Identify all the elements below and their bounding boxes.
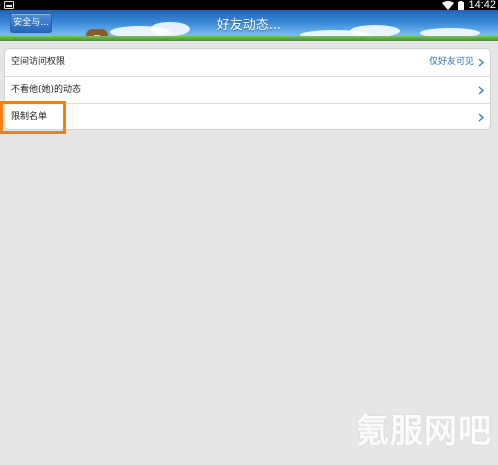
row-space-access[interactable]: 空间访问权限 仅好友可见 bbox=[5, 49, 490, 76]
settings-card: 空间访问权限 仅好友可见 不看他(她)的动态 限制名单 bbox=[4, 48, 491, 130]
status-icons: 14:42 bbox=[442, 0, 496, 11]
chevron-right-icon bbox=[478, 113, 484, 122]
row-restricted-list[interactable]: 限制名单 bbox=[5, 103, 490, 130]
row-value: 仅好友可见 bbox=[428, 57, 474, 67]
notification-icon bbox=[4, 1, 14, 9]
watermark: 氪服网吧 bbox=[356, 411, 492, 450]
wifi-icon bbox=[442, 0, 455, 10]
status-bar: 14:42 bbox=[0, 0, 498, 11]
row-label: 空间访问权限 bbox=[11, 57, 66, 67]
highlight-box bbox=[0, 101, 66, 134]
chevron-right-icon bbox=[478, 86, 484, 95]
battery-icon bbox=[458, 0, 465, 10]
row-label: 不看他(她)的动态 bbox=[11, 85, 82, 95]
chevron-right-icon bbox=[478, 58, 484, 67]
page-title: 好友动态... bbox=[216, 18, 282, 33]
status-time: 14:42 bbox=[468, 0, 496, 11]
row-hide-feeds[interactable]: 不看他(她)的动态 bbox=[5, 76, 490, 103]
